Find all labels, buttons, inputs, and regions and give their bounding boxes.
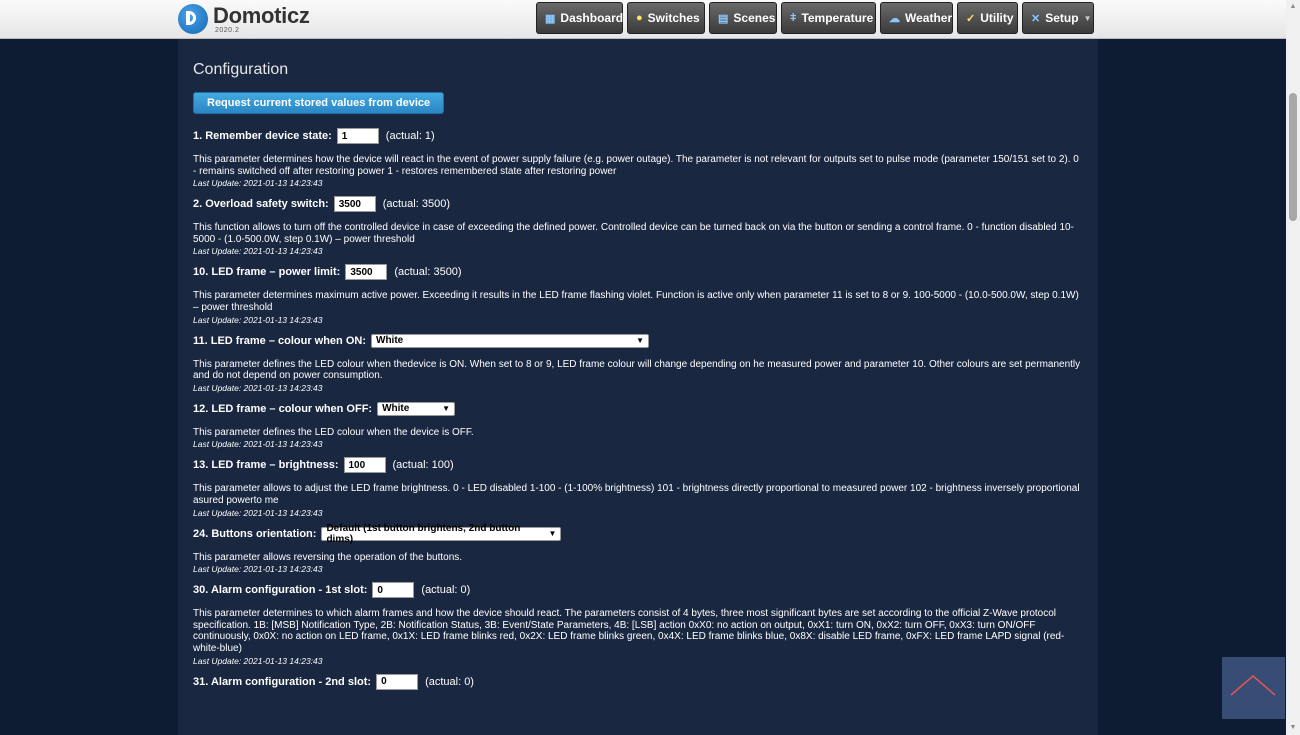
scroll-up-arrow-icon[interactable]: ▲ (1286, 0, 1300, 14)
chevron-down-icon: ▼ (1083, 13, 1092, 23)
select-value: White (382, 403, 410, 415)
chevron-down-icon: ▼ (548, 529, 557, 539)
configuration-panel: Configuration Request current stored val… (178, 39, 1098, 735)
nav-switches-button[interactable]: ● Switches (627, 2, 705, 34)
param-last-update: Last Update: 2021-01-13 14:23:43 (193, 507, 323, 518)
scroll-to-top-button[interactable] (1222, 657, 1285, 719)
param-last-update: Last Update: 2021-01-13 14:23:43 (193, 314, 323, 325)
nav-label: Switches (647, 11, 700, 25)
dashboard-icon: ▦ (545, 12, 556, 25)
main-nav: ▦ Dashboard ● Switches ▤ Scenes ǂ Temper… (536, 2, 1098, 34)
scenes-icon: ▤ (718, 12, 729, 25)
chevron-down-icon: ▼ (636, 336, 644, 346)
domoticz-logo-icon (178, 4, 208, 34)
nav-setup-button[interactable]: ✕ Setup ▼ (1022, 2, 1094, 34)
param-label: 1. Remember device state: (193, 130, 332, 142)
param-label: 10. LED frame – power limit: (193, 266, 341, 279)
nav-label: Setup (1045, 11, 1079, 25)
page-title: Configuration (193, 61, 289, 78)
param-label: 2. Overload safety switch: (193, 198, 329, 211)
param-last-update: Last Update: 2021-01-13 14:23:43 (193, 655, 323, 666)
param-description: This parameter allows to adjust the LED … (193, 483, 1080, 506)
lightbulb-icon: ● (636, 12, 643, 24)
param-value-input[interactable]: 3500 (333, 196, 376, 213)
param-label: 24. Buttons orientation: (193, 527, 317, 540)
param-label: 13. LED frame – brightness: (193, 459, 339, 472)
nav-label: Utility (980, 11, 1014, 25)
param-11: 11. LED frame – colour when ON: White ▼ … (193, 333, 1083, 393)
param-value-input[interactable]: 3500 (345, 264, 388, 281)
nav-dashboard-button[interactable]: ▦ Dashboard (536, 2, 623, 34)
param-13: 13. LED frame – brightness: 100 (actual:… (193, 457, 1083, 518)
colour-off-select[interactable]: White ▼ (377, 401, 456, 416)
param-description: This function allows to turn off the con… (193, 222, 1074, 245)
select-value: Default (1st button brightens, 2nd butto… (326, 522, 521, 545)
param-description: This parameter allows reversing the oper… (193, 551, 463, 563)
tools-icon: ✕ (1031, 12, 1041, 25)
thermometer-icon: ǂ (790, 12, 797, 24)
nav-label: Temperature (801, 11, 874, 25)
app-version: 2020.2 (215, 26, 240, 34)
param-actual: (actual: 0) (421, 584, 471, 597)
request-values-button[interactable]: Request current stored values from devic… (193, 92, 445, 114)
app-name: Domoticz (213, 2, 310, 28)
param-last-update: Last Update: 2021-01-13 14:23:43 (193, 382, 323, 393)
page-scrollbar[interactable]: ▲ ▼ (1286, 0, 1300, 735)
arrow-up-icon (1230, 675, 1276, 696)
param-description: This parameter determines maximum active… (193, 290, 1079, 313)
param-last-update: Last Update: 2021-01-13 14:23:43 (193, 178, 323, 189)
param-12: 12. LED frame – colour when OFF: White ▼… (193, 401, 1083, 450)
select-value: White (376, 335, 404, 347)
chevron-down-icon: ▼ (442, 404, 451, 414)
param-actual: (actual: 3500) (394, 266, 462, 279)
param-description: This parameter defines the LED colour wh… (193, 358, 1081, 382)
nav-label: Scenes (733, 11, 776, 25)
colour-on-select[interactable]: White ▼ (371, 333, 649, 348)
top-navbar: Domoticz 2020.2 ▦ Dashboard ● Switches ▤… (0, 0, 1286, 39)
param-30: 30. Alarm configuration - 1st slot: 0 (a… (193, 582, 1083, 666)
param-last-update: Last Update: 2021-01-13 14:23:43 (193, 564, 323, 575)
param-label: 30. Alarm configuration - 1st slot: (193, 584, 368, 597)
nav-temperature-button[interactable]: ǂ Temperature (781, 2, 876, 34)
param-label: 11. LED frame – colour when ON: (193, 334, 366, 347)
scroll-down-arrow-icon[interactable]: ▼ (1286, 721, 1300, 735)
param-label: 12. LED frame – colour when OFF: (193, 402, 373, 415)
nav-label: Weather (905, 11, 953, 25)
param-10: 10. LED frame – power limit: 3500 (actua… (193, 264, 1083, 325)
param-last-update: Last Update: 2021-01-13 14:23:43 (193, 246, 323, 257)
param-value-input[interactable]: 0 (376, 673, 419, 690)
utility-icon: ✓ (966, 12, 976, 25)
param-31: 31. Alarm configuration - 2nd slot: 0 (a… (193, 673, 1083, 690)
buttons-orientation-select[interactable]: Default (1st button brightens, 2nd butto… (321, 523, 562, 545)
nav-label: Dashboard (560, 11, 624, 25)
param-label: 31. Alarm configuration - 2nd slot: (193, 675, 372, 688)
param-actual: (actual: 0) (425, 675, 474, 688)
param-actual: (actual: 100) (392, 459, 454, 472)
param-actual: (actual: 3500) (382, 198, 450, 211)
param-2: 2. Overload safety switch: 3500 (actual:… (193, 196, 1083, 256)
nav-scenes-button[interactable]: ▤ Scenes (709, 2, 777, 34)
param-actual: (actual: 1) (385, 130, 435, 142)
param-value-input[interactable]: 0 (372, 582, 415, 599)
param-value-input[interactable]: 1 (336, 128, 379, 144)
cloud-icon: ☁ (889, 12, 900, 25)
param-description: This parameter defines the LED colour wh… (193, 426, 474, 438)
nav-utility-button[interactable]: ✓ Utility (957, 2, 1018, 34)
scroll-thumb[interactable] (1289, 93, 1297, 221)
param-24: 24. Buttons orientation: Default (1st bu… (193, 523, 1083, 575)
param-description: This parameter determines how the device… (193, 154, 1079, 177)
param-last-update: Last Update: 2021-01-13 14:23:43 (193, 439, 323, 450)
param-1: 1. Remember device state: 1 (actual: 1) … (193, 128, 1083, 188)
nav-weather-button[interactable]: ☁ Weather (880, 2, 953, 34)
param-value-input[interactable]: 100 (343, 457, 386, 474)
domoticz-logo[interactable]: Domoticz 2020.2 (178, 3, 310, 35)
param-description: This parameter determines to which alarm… (193, 608, 1065, 654)
